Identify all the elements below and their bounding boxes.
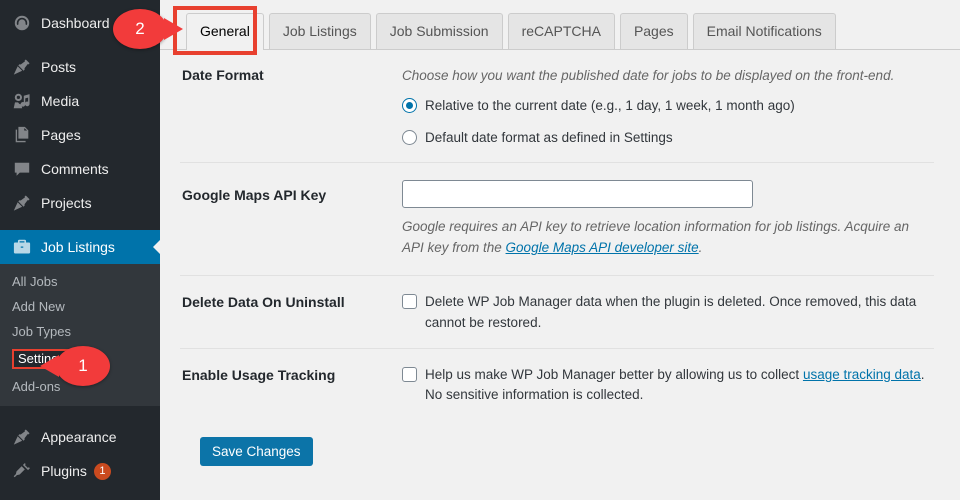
usage-tracking-data-link[interactable]: usage tracking data	[803, 367, 921, 382]
setting-row-usage-tracking: Enable Usage Tracking Help us make WP Jo…	[180, 348, 934, 416]
settings-form: Date Format Choose how you want the publ…	[160, 50, 960, 466]
dashboard-icon	[12, 13, 32, 33]
setting-row-date-format: Date Format Choose how you want the publ…	[180, 50, 934, 162]
usage-tracking-text: Help us make WP Job Manager better by al…	[425, 365, 934, 406]
checkbox-delete-data[interactable]	[402, 294, 417, 309]
radio-relative-date-label: Relative to the current date (e.g., 1 da…	[425, 96, 795, 116]
callout-2-number: 2	[113, 9, 167, 49]
sidebar-item-label: Media	[41, 93, 79, 109]
delete-data-option[interactable]: Delete WP Job Manager data when the plug…	[402, 292, 934, 333]
submenu-item-add-new[interactable]: Add New	[0, 294, 160, 319]
sidebar-item-plugins[interactable]: Plugins 1	[0, 454, 160, 488]
usage-tracking-text-before: Help us make WP Job Manager better by al…	[425, 367, 803, 382]
date-format-label: Date Format	[180, 66, 402, 148]
briefcase-icon	[12, 237, 32, 257]
delete-data-label: Delete Data On Uninstall	[180, 292, 402, 333]
tab-recaptcha[interactable]: reCAPTCHA	[508, 13, 615, 49]
radio-default-date-label: Default date format as defined in Settin…	[425, 128, 673, 148]
pin-icon	[12, 57, 32, 77]
submenu-item-job-types[interactable]: Job Types	[0, 319, 160, 344]
callout-1-number: 1	[56, 346, 110, 386]
date-format-description: Choose how you want the published date f…	[402, 66, 934, 87]
tab-general[interactable]: General	[186, 13, 264, 49]
plugins-update-badge: 1	[94, 463, 111, 480]
sidebar-item-label: Plugins	[41, 463, 87, 479]
sidebar-item-label: Job Listings	[41, 239, 115, 255]
google-maps-developer-link[interactable]: Google Maps API developer site	[506, 240, 699, 255]
usage-tracking-option[interactable]: Help us make WP Job Manager better by al…	[402, 365, 934, 406]
tab-email-notifications[interactable]: Email Notifications	[693, 13, 836, 49]
admin-sidebar: Dashboard Posts Media Pages Commen	[0, 0, 160, 500]
sidebar-item-label: Dashboard	[41, 15, 110, 31]
brush-icon	[12, 427, 32, 447]
tab-job-listings[interactable]: Job Listings	[269, 13, 371, 49]
sidebar-item-pages[interactable]: Pages	[0, 118, 160, 152]
submenu-item-all-jobs[interactable]: All Jobs	[0, 269, 160, 294]
sidebar-item-label: Projects	[41, 195, 92, 211]
sidebar-item-appearance[interactable]: Appearance	[0, 420, 160, 454]
usage-tracking-label: Enable Usage Tracking	[180, 365, 402, 406]
google-maps-help: Google requires an API key to retrieve l…	[402, 217, 922, 259]
delete-data-text: Delete WP Job Manager data when the plug…	[425, 292, 934, 333]
sidebar-item-projects[interactable]: Projects	[0, 186, 160, 220]
tab-pages[interactable]: Pages	[620, 13, 688, 49]
pages-icon	[12, 125, 32, 145]
sidebar-item-label: Posts	[41, 59, 76, 75]
date-format-option-relative[interactable]: Relative to the current date (e.g., 1 da…	[402, 96, 934, 116]
settings-tabs: General Job Listings Job Submission reCA…	[160, 0, 960, 50]
plug-icon	[12, 461, 32, 481]
save-bar: Save Changes	[180, 415, 934, 466]
setting-row-google-maps: Google Maps API Key Google requires an A…	[180, 162, 934, 275]
sidebar-item-comments[interactable]: Comments	[0, 152, 160, 186]
sidebar-item-label: Pages	[41, 127, 81, 143]
sidebar-item-posts[interactable]: Posts	[0, 50, 160, 84]
admin-screen: Dashboard Posts Media Pages Commen	[0, 0, 960, 500]
sidebar-item-job-listings[interactable]: Job Listings	[0, 230, 160, 264]
tab-job-submission[interactable]: Job Submission	[376, 13, 503, 49]
callout-marker-1: 1	[56, 346, 110, 386]
sidebar-item-media[interactable]: Media	[0, 84, 160, 118]
comment-icon	[12, 159, 32, 179]
sidebar-item-label: Appearance	[41, 429, 117, 445]
date-format-option-default[interactable]: Default date format as defined in Settin…	[402, 128, 934, 148]
google-maps-help-after: .	[699, 240, 703, 255]
setting-row-delete-data: Delete Data On Uninstall Delete WP Job M…	[180, 275, 934, 348]
checkbox-usage-tracking[interactable]	[402, 367, 417, 382]
google-maps-label: Google Maps API Key	[180, 180, 402, 259]
main-content: General Job Listings Job Submission reCA…	[160, 0, 960, 500]
media-icon	[12, 91, 32, 111]
sidebar-item-label: Comments	[41, 161, 109, 177]
callout-marker-2: 2	[113, 9, 167, 49]
radio-relative-date[interactable]	[402, 98, 417, 113]
google-maps-api-key-input[interactable]	[402, 180, 753, 208]
save-changes-button[interactable]: Save Changes	[200, 437, 313, 466]
radio-default-date[interactable]	[402, 130, 417, 145]
pin-icon	[12, 193, 32, 213]
